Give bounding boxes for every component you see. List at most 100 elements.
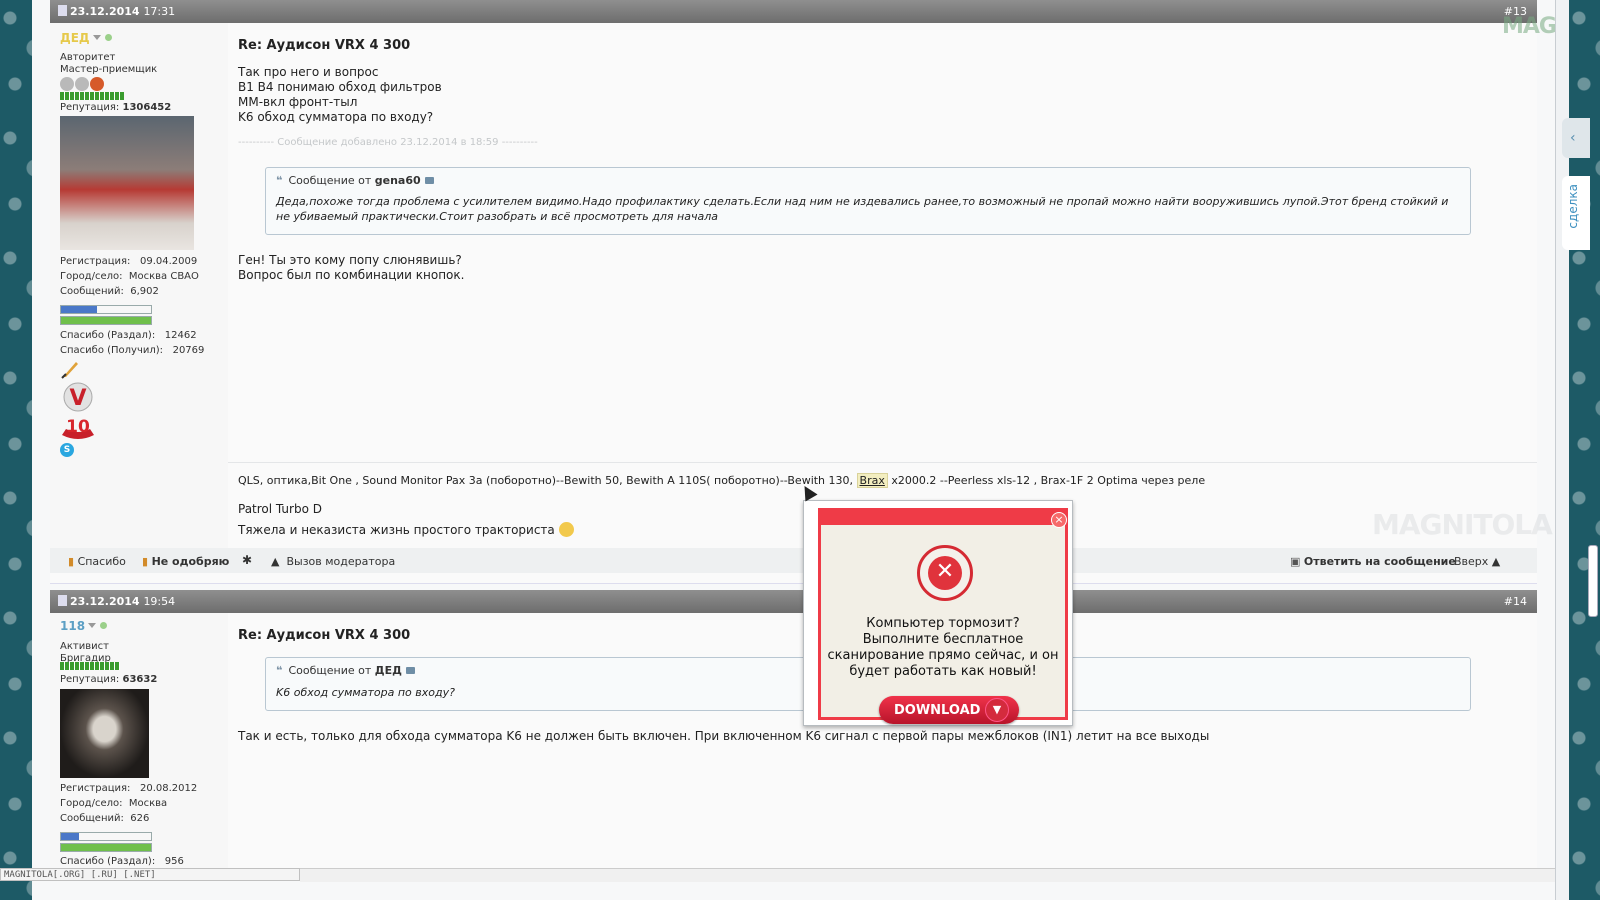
star-icon (75, 77, 89, 91)
user-rank: Авторитет (60, 52, 116, 63)
rank-stars (60, 77, 104, 91)
smiley-icon (558, 522, 574, 537)
signature-car: Patrol Turbo D (238, 502, 322, 516)
download-button[interactable]: DOWNLOAD ▼ (879, 696, 1019, 724)
horizontal-scrollbar[interactable] (300, 868, 1555, 882)
deal-tab[interactable]: сделка (1562, 176, 1590, 250)
online-status-icon (104, 34, 112, 41)
reputation: Репутация: 1306452 (60, 102, 172, 113)
skype-icon[interactable]: S (60, 443, 74, 457)
post-date: 23.12.2014 19:54 (58, 595, 175, 608)
post-line: Так про него и вопрос (238, 65, 379, 79)
tools-icon: ✕ (917, 545, 973, 601)
signature-motto: Тяжела и неказиста жизнь простого тракто… (238, 522, 574, 538)
chevron-down-icon[interactable] (92, 35, 101, 40)
messages-count: Сообщений: 626 (60, 813, 150, 824)
star-icon (60, 77, 74, 91)
quote-author: gena60 (374, 174, 421, 187)
close-icon[interactable]: × (1051, 512, 1067, 528)
brax-link[interactable]: Brax (856, 473, 888, 488)
svg-text:10: 10 (66, 417, 90, 437)
thanks-received: Спасибо (Получил): 20769 (60, 345, 205, 356)
username-link[interactable]: 118 (60, 619, 108, 633)
avatar[interactable] (60, 116, 194, 250)
reply-icon: ▣ (1290, 555, 1301, 568)
feather-award-icon (61, 362, 78, 379)
post-line: K6 обход сумматора по входу? (238, 110, 434, 124)
thanks-given: Спасибо (Раздал): 12462 (60, 330, 197, 341)
post-body: Так про него и вопрос B1 B4 понимаю обхо… (238, 65, 1528, 125)
quote-header: ❝ Сообщение от ДЕД (276, 664, 415, 677)
share-tab[interactable]: ‹ (1562, 118, 1590, 158)
quote-header: ❝ Сообщение от gena60 (276, 174, 434, 187)
view-post-icon[interactable] (424, 177, 434, 184)
activity-bar (60, 843, 152, 852)
registration: Регистрация: 09.04.2009 (60, 256, 198, 267)
user-title: Мастер-приемщик (60, 64, 158, 75)
view-post-icon[interactable] (405, 667, 415, 674)
watermark-logo: MAGNITOLA (1372, 508, 1553, 541)
thanks-given: Спасибо (Раздал): 956 (60, 856, 184, 867)
quote-text: K6 обход сумматора по входу? (276, 686, 455, 699)
username-link[interactable]: ДЕД (60, 31, 112, 45)
quote-icon: ❝ (276, 174, 283, 187)
ad-popup-body: ✕ Компьютер тормозит? Выполните бесплатн… (818, 508, 1068, 724)
warning-icon: ▲ (271, 555, 280, 568)
post-line: B1 B4 понимаю обход фильтров (238, 80, 442, 94)
post-header: 23.12.2014 17:31 #13 (50, 0, 1537, 23)
report-moderator-button[interactable]: ▲ Вызов модератора (271, 555, 395, 568)
quote-text: Деда,похоже тогда проблема с усилителем … (276, 195, 1449, 223)
reputation-bar (60, 662, 120, 670)
city: Город/село: Москва (60, 798, 168, 809)
post-content: Re: Аудисон VRX 4 300 (238, 628, 410, 643)
post-date: 23.12.2014 17:31 (58, 5, 175, 18)
post-content: Re: Аудисон VRX 4 300 Так про него и воп… (238, 38, 1528, 148)
post-number-link[interactable]: #14 (1504, 595, 1527, 608)
registration: Регистрация: 20.08.2012 (60, 783, 198, 794)
scrollbar-thumb[interactable] (1588, 545, 1598, 617)
post-13: 23.12.2014 17:31 #13 ДЕД Авторитет Масте… (50, 0, 1553, 583)
svg-text:V: V (69, 386, 86, 411)
post-title: Re: Аудисон VRX 4 300 (238, 38, 411, 53)
quote-author: ДЕД (374, 664, 402, 677)
post-line: Ген! Ты это кому попу слюнявишь? (238, 253, 462, 267)
activity-bar (60, 316, 152, 325)
scroll-top-button[interactable]: Вверх ▲ (1454, 555, 1500, 568)
online-status-icon (100, 622, 108, 629)
post-toolbar: ▮ Спасибо ▮ Не одобряю ✱ ▲ Вызов модерат… (50, 548, 1537, 573)
thanks-button[interactable]: ▮ Спасибо (68, 555, 126, 568)
messages-count: Сообщений: 6,902 (60, 286, 159, 297)
share-icon: ‹ (1570, 130, 1576, 146)
reputation: Репутация: 63632 (60, 674, 158, 685)
avatar[interactable] (60, 689, 149, 778)
post-line: Вопрос был по комбинации кнопок. (238, 268, 465, 282)
post-header: 23.12.2014 19:54 #14 (50, 590, 1537, 613)
signature-divider (228, 462, 1537, 463)
reputation-bar (60, 92, 124, 100)
post-divider (50, 583, 1537, 584)
ten-years-badge-icon: 10 (62, 417, 94, 439)
quote-icon: ❝ (276, 664, 283, 677)
ad-message: Компьютер тормозит? Выполните бесплатное… (827, 616, 1059, 679)
post-reply: Ген! Ты это кому попу слюнявишь? Вопрос … (238, 253, 464, 283)
star-button[interactable]: ✱ (242, 553, 252, 567)
quote-block: ❝ Сообщение от gena60 Деда,похоже тогда п… (265, 167, 1471, 235)
reply-button[interactable]: ▣ Ответить на сообщение (1290, 555, 1456, 568)
user-rank: Активист (60, 641, 109, 652)
user-info: ДЕД Авторитет Мастер-приемщик Репутация:… (50, 23, 228, 548)
post-body: Так и есть, только для обхода сумматора … (238, 729, 1210, 743)
post-line: MM-вкл фронт-тыл (238, 95, 358, 109)
chevron-down-icon[interactable] (88, 623, 97, 628)
v-badge-icon: V (63, 382, 93, 412)
forum-page: 23.12.2014 17:31 #13 ДЕД Авторитет Масте… (32, 0, 1600, 900)
ad-popup: ✕ Компьютер тормозит? Выполните бесплатн… (803, 500, 1073, 726)
status-bar: MAGNITOLA[.ORG] [.RU] [.NET] (0, 868, 300, 881)
thumbs-up-icon: ▮ (68, 555, 75, 568)
message-added-note: ---------- Сообщение добавлено 23.12.201… (238, 137, 538, 148)
activity-bar (60, 832, 152, 841)
disapprove-button[interactable]: ▮ Не одобряю (142, 555, 229, 568)
signature: QLS, оптика,Bit One , Sound Monitor Pax … (238, 473, 1206, 488)
post-icon (58, 5, 67, 16)
user-info: 118 Активист Бригадир Репутация: 63632 Р… (50, 613, 228, 868)
left-decoration (0, 0, 32, 900)
